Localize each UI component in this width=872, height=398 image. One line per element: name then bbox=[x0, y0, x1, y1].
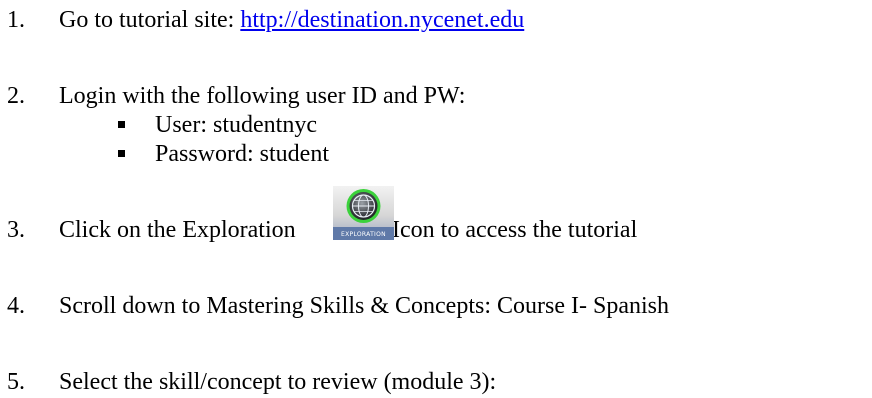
step-number: 3. bbox=[7, 217, 25, 243]
exploration-icon[interactable]: EXPLORATION bbox=[333, 186, 394, 240]
step-number: 1. bbox=[7, 7, 25, 33]
step-4-text: Scroll down to Mastering Skills & Concep… bbox=[59, 293, 669, 319]
step-3-text-after: Icon to access the tutorial bbox=[392, 217, 638, 243]
bullet-icon bbox=[118, 150, 125, 157]
step-1-text: Go to tutorial site: bbox=[59, 7, 241, 33]
bullet-icon bbox=[118, 121, 125, 128]
step-number: 4. bbox=[7, 293, 25, 319]
user-id-text: User: studentnyc bbox=[155, 112, 317, 138]
step-number: 5. bbox=[7, 369, 25, 395]
step-5-text: Select the skill/concept to review (modu… bbox=[59, 369, 497, 395]
step-1-body: Go to tutorial site: http://destination.… bbox=[59, 6, 524, 34]
step-2-text: Login with the following user ID and PW: bbox=[59, 83, 466, 109]
tutorial-site-link[interactable]: http://destination.nycenet.edu bbox=[240, 7, 524, 33]
password-text: Password: student bbox=[155, 141, 329, 167]
step-3-text-before: Click on the Exploration bbox=[59, 217, 296, 243]
step-number: 2. bbox=[7, 83, 25, 109]
exploration-icon-caption: EXPLORATION bbox=[341, 231, 386, 238]
exploration-icon-graphic: EXPLORATION bbox=[333, 186, 394, 240]
